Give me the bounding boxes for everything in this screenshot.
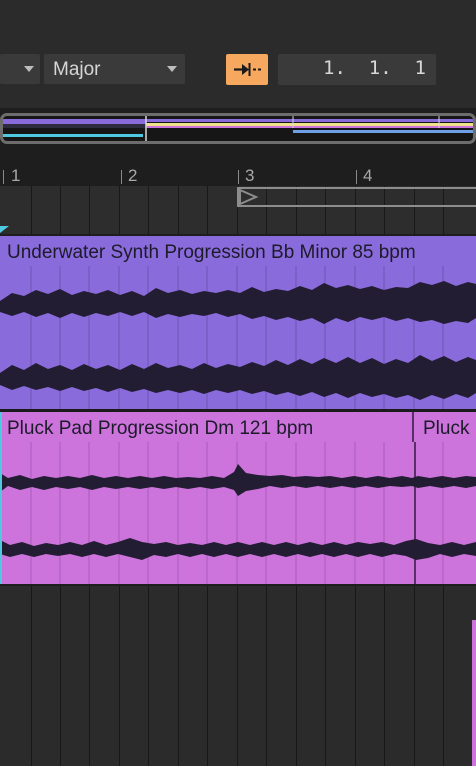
chevron-down-icon — [167, 66, 177, 72]
follow-arrow-icon — [234, 63, 261, 76]
audio-clip[interactable]: Pluck Pad Progression Dm 121 bpm Pluck — [0, 412, 476, 584]
bar-tick — [238, 170, 239, 184]
empty-track-area[interactable] — [0, 586, 476, 766]
bar-number: 3 — [245, 166, 255, 185]
overview-minimap — [3, 116, 473, 141]
toolbar: Major 1. 1. 1 — [0, 0, 476, 108]
clip-title: Pluck Pad Progression Dm 121 bpm — [0, 412, 414, 442]
clip-waveform — [0, 266, 476, 409]
follow-button[interactable] — [226, 54, 268, 85]
bar-number: 1 — [11, 166, 21, 185]
bar-tick — [356, 170, 357, 184]
audio-clip[interactable]: Underwater Synth Progression Bb Minor 85… — [0, 236, 476, 409]
arrangement-overview[interactable] — [0, 113, 476, 144]
bar-tick — [121, 170, 122, 184]
playhead-marker-icon — [0, 226, 9, 233]
clip-title: Underwater Synth Progression Bb Minor 85… — [0, 236, 476, 266]
clip-waveform — [0, 442, 476, 584]
bar-number: 2 — [128, 166, 138, 185]
loop-brace[interactable] — [237, 187, 476, 207]
arrangement-position-field[interactable]: 1. 1. 1 — [278, 54, 436, 85]
bar-number: 4 — [363, 166, 373, 185]
clip-title: Pluck — [416, 412, 476, 442]
loop-start-icon — [239, 188, 259, 206]
chevron-down-icon — [24, 66, 34, 72]
bar-tick — [3, 170, 4, 184]
clip-edge[interactable] — [472, 620, 476, 766]
scale-mode-value: Major — [53, 59, 101, 80]
playhead-line — [0, 412, 2, 584]
scale-root-dropdown[interactable] — [0, 54, 40, 84]
scale-mode-dropdown[interactable]: Major — [44, 54, 185, 84]
